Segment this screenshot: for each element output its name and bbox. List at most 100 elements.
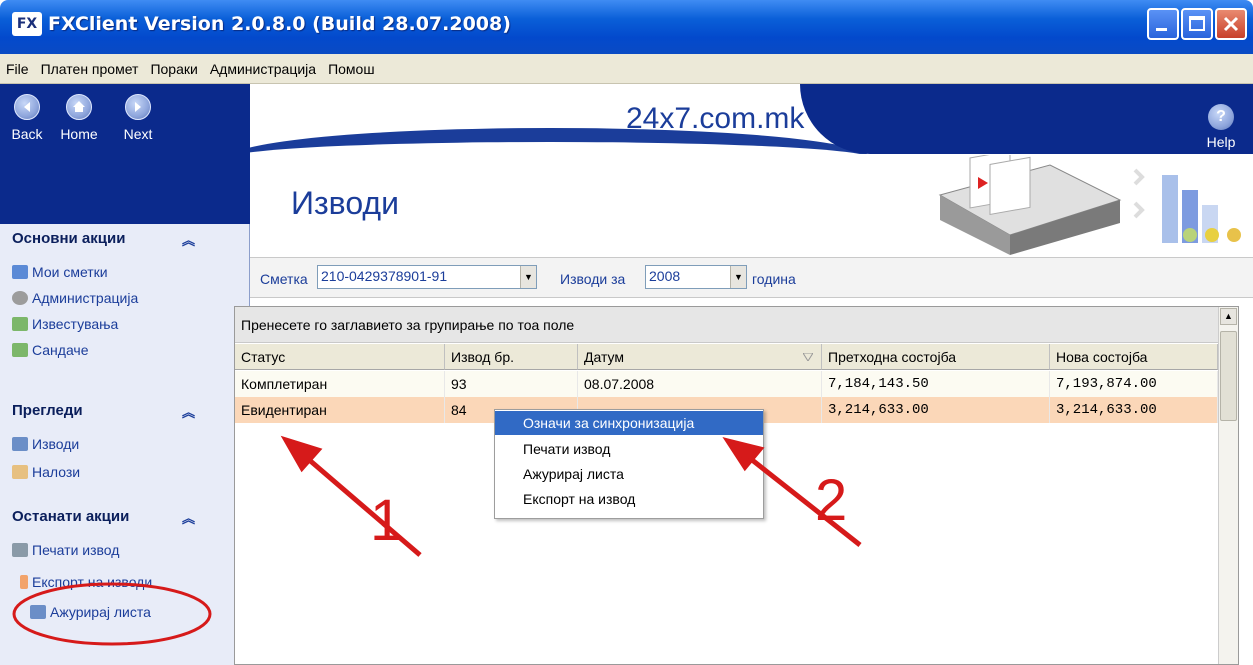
header-banner: 24x7.com.mk <box>250 84 1253 154</box>
next-button[interactable]: Next <box>115 90 161 160</box>
collapse-chevron-icon[interactable]: ︽ <box>182 230 195 249</box>
scroll-up-arrow-icon[interactable]: ▲ <box>1220 308 1237 325</box>
dropdown-arrow-icon[interactable]: ▼ <box>520 266 536 288</box>
help-label: Help <box>1206 134 1236 150</box>
help-icon: ? <box>1208 104 1234 130</box>
vertical-scrollbar[interactable]: ▲ <box>1218 307 1238 664</box>
menu-administration[interactable]: Администрација <box>210 61 316 77</box>
home-label: Home <box>60 126 98 142</box>
column-header-new-balance[interactable]: Нова состојба <box>1050 344 1218 370</box>
printer-icon <box>12 543 28 557</box>
sidebar-item-inbox[interactable]: Сандаче <box>12 342 89 358</box>
orders-icon <box>12 465 28 479</box>
sidebar-item-export-statements[interactable]: Експорт на изводи <box>12 574 152 590</box>
notifications-icon <box>12 317 28 331</box>
column-header-date[interactable]: Датум <box>578 344 822 370</box>
sidebar-section-basic-actions: Основни акции <box>12 230 126 247</box>
forward-arrow-icon <box>125 94 151 120</box>
export-icon <box>20 575 28 589</box>
collapse-chevron-icon[interactable]: ︽ <box>182 402 195 421</box>
sidebar-section-reviews: Прегледи <box>12 402 83 419</box>
sidebar-item-label: Печати извод <box>32 542 120 558</box>
card-file-illustration-icon <box>938 155 1241 255</box>
cell-status: Комплетиран <box>235 371 445 397</box>
menu-item-export-statement[interactable]: Експорт на извод <box>495 487 763 511</box>
inbox-icon <box>12 343 28 357</box>
sidebar-item-label: Администрација <box>32 290 139 306</box>
year-select[interactable]: 2008 ▼ <box>645 265 747 289</box>
year-label: Изводи за <box>560 271 626 287</box>
close-icon <box>1223 16 1239 32</box>
app-logo-icon: FX <box>12 12 42 36</box>
sidebar-item-label: Експорт на изводи <box>32 574 153 590</box>
cell-date: 08.07.2008 <box>578 371 822 397</box>
menu-help[interactable]: Помош <box>328 61 375 77</box>
back-label: Back <box>11 126 43 142</box>
year-select-value: 2008 <box>649 268 681 284</box>
menu-item-print-statement[interactable]: Печати извод <box>495 437 763 461</box>
help-button[interactable]: ? Help <box>1195 104 1247 150</box>
account-select-value: 210-0429378901-91 <box>321 268 448 284</box>
column-header-number[interactable]: Извод бр. <box>445 344 578 370</box>
maximize-icon <box>1189 16 1205 31</box>
menu-item-refresh-list[interactable]: Ажурирај листа <box>495 462 763 486</box>
dropdown-arrow-icon[interactable]: ▼ <box>730 266 746 288</box>
year-suffix: година <box>752 271 796 287</box>
navigation-panel: Back Home Next <box>0 84 250 224</box>
cell-new-balance: 3,214,633.00 <box>1050 397 1218 423</box>
title-bar: FX FXClient Version 2.0.8.0 (Build 28.07… <box>0 0 1253 54</box>
sidebar-item-refresh-list[interactable]: Ажурирај листа <box>30 604 151 620</box>
sidebar-item-administration[interactable]: Администрација <box>12 290 138 306</box>
account-select[interactable]: 210-0429378901-91 ▼ <box>317 265 537 289</box>
menu-file[interactable]: File <box>6 61 29 77</box>
banner-dark-area <box>800 84 1253 154</box>
home-icon <box>66 94 92 120</box>
sidebar-item-label: Налози <box>32 464 81 480</box>
close-button[interactable] <box>1215 8 1247 40</box>
table-row[interactable]: Комплетиран 93 08.07.2008 7,184,143.50 7… <box>235 371 1218 397</box>
cell-number: 93 <box>445 371 578 397</box>
cell-status: Евидентиран <box>235 397 445 423</box>
cell-previous-balance: 3,214,633.00 <box>822 397 1050 423</box>
sidebar-item-statements[interactable]: Изводи <box>12 436 79 452</box>
back-button[interactable]: Back <box>4 90 50 160</box>
sidebar-item-my-accounts[interactable]: Мои сметки <box>12 264 108 280</box>
column-header-previous-balance[interactable]: Претходна состојба <box>822 344 1050 370</box>
menu-bar: File Платен промет Пораки Администрација… <box>0 54 1253 84</box>
refresh-list-icon <box>30 605 46 619</box>
back-arrow-icon <box>14 94 40 120</box>
menu-messages[interactable]: Пораки <box>150 61 197 77</box>
sidebar-section-other-actions: Останати акции <box>12 508 130 525</box>
accounts-icon <box>12 265 28 279</box>
column-header-label: Датум <box>584 349 624 365</box>
sidebar-item-label: Сандаче <box>32 342 89 358</box>
sidebar-item-print-statement[interactable]: Печати извод <box>12 542 119 558</box>
sidebar-item-notifications[interactable]: Известувања <box>12 316 118 332</box>
group-by-area[interactable]: Пренесете го заглавието за групирање по … <box>235 307 1218 343</box>
cell-previous-balance: 7,184,143.50 <box>822 371 1050 397</box>
sidebar-item-label: Известувања <box>32 316 119 332</box>
sidebar-item-label: Мои сметки <box>32 264 108 280</box>
statements-icon <box>12 437 28 451</box>
account-label: Сметка <box>260 271 308 287</box>
sidebar-item-label: Изводи <box>32 436 80 452</box>
menu-payments[interactable]: Платен промет <box>41 61 139 77</box>
maximize-button[interactable] <box>1181 8 1213 40</box>
next-label: Next <box>123 126 153 142</box>
sidebar: Основни акции ︽ Мои сметки Администрациј… <box>0 224 250 665</box>
home-button[interactable]: Home <box>56 90 102 160</box>
column-header-status[interactable]: Статус <box>235 344 445 370</box>
minimize-button[interactable] <box>1147 8 1179 40</box>
sidebar-item-orders[interactable]: Налози <box>12 464 80 480</box>
window-title: FXClient Version 2.0.8.0 (Build 28.07.20… <box>48 13 511 35</box>
collapse-chevron-icon[interactable]: ︽ <box>182 508 195 527</box>
scroll-thumb[interactable] <box>1220 331 1237 421</box>
cell-new-balance: 7,193,874.00 <box>1050 371 1218 397</box>
menu-item-mark-for-sync[interactable]: Означи за синхронизација <box>495 411 763 435</box>
context-menu: Означи за синхронизација Печати извод Аж… <box>494 409 764 519</box>
page-title: Изводи <box>291 185 399 221</box>
sidebar-item-label: Ажурирај листа <box>50 604 151 620</box>
filter-icon[interactable] <box>803 353 813 361</box>
site-name: 24x7.com.mk <box>626 102 805 135</box>
administration-icon <box>12 291 28 305</box>
